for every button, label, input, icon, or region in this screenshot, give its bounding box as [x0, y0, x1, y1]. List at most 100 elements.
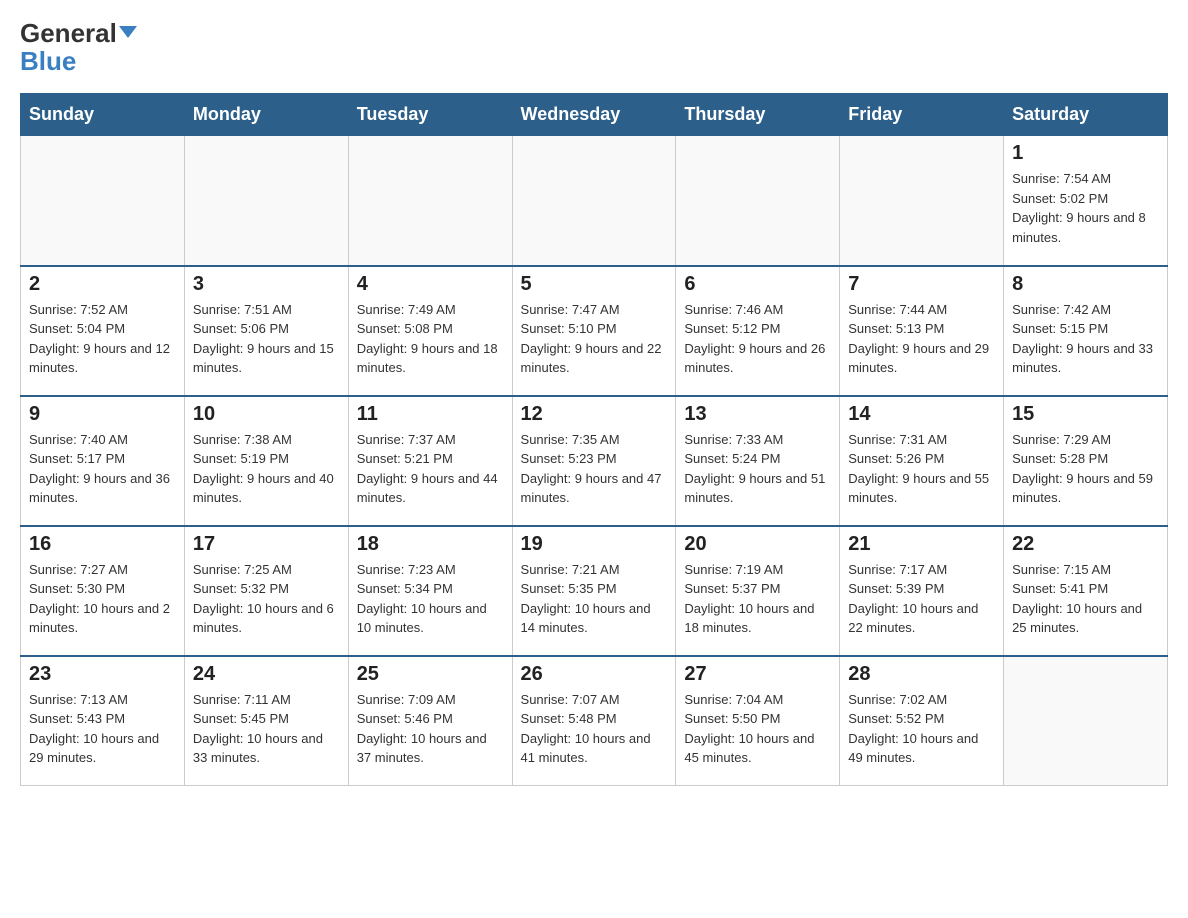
- day-number: 2: [29, 273, 176, 296]
- calendar-cell: [512, 136, 676, 266]
- calendar-week-row: 2 Sunrise: 7:52 AMSunset: 5:04 PMDaylight…: [21, 266, 1168, 396]
- calendar-cell: 9 Sunrise: 7:40 AMSunset: 5:17 PMDaylight…: [21, 396, 185, 526]
- calendar-cell: 22 Sunrise: 7:15 AMSunset: 5:41 PMDayligh…: [1004, 526, 1168, 656]
- calendar-week-row: 9 Sunrise: 7:40 AMSunset: 5:17 PMDaylight…: [21, 396, 1168, 526]
- calendar-cell: 1Sunrise: 7:54 AMSunset: 5:02 PMDaylight…: [1004, 136, 1168, 266]
- calendar-cell: 17 Sunrise: 7:25 AMSunset: 5:32 PMDayligh…: [184, 526, 348, 656]
- day-number: 10: [193, 403, 340, 426]
- calendar-cell: 3 Sunrise: 7:51 AMSunset: 5:06 PMDaylight…: [184, 266, 348, 396]
- day-info: Sunrise: 7:47 AMSunset: 5:10 PMDaylight:…: [521, 300, 668, 378]
- day-number: 23: [29, 663, 176, 686]
- day-number: 13: [684, 403, 831, 426]
- calendar-cell: [1004, 656, 1168, 786]
- day-info: Sunrise: 7:04 AMSunset: 5:50 PMDaylight:…: [684, 690, 831, 768]
- day-info: Sunrise: 7:38 AMSunset: 5:19 PMDaylight:…: [193, 430, 340, 508]
- day-info: Sunrise: 7:44 AMSunset: 5:13 PMDaylight:…: [848, 300, 995, 378]
- day-info: Sunrise: 7:15 AMSunset: 5:41 PMDaylight:…: [1012, 560, 1159, 638]
- day-info: Sunrise: 7:29 AMSunset: 5:28 PMDaylight:…: [1012, 430, 1159, 508]
- day-number: 28: [848, 663, 995, 686]
- day-number: 22: [1012, 533, 1159, 556]
- day-info: Sunrise: 7:46 AMSunset: 5:12 PMDaylight:…: [684, 300, 831, 378]
- day-number: 6: [684, 273, 831, 296]
- calendar-cell: 12 Sunrise: 7:35 AMSunset: 5:23 PMDayligh…: [512, 396, 676, 526]
- calendar-cell: 23 Sunrise: 7:13 AMSunset: 5:43 PMDayligh…: [21, 656, 185, 786]
- logo-triangle-icon: [119, 26, 137, 38]
- calendar-cell: 15 Sunrise: 7:29 AMSunset: 5:28 PMDayligh…: [1004, 396, 1168, 526]
- calendar-cell: 21 Sunrise: 7:17 AMSunset: 5:39 PMDayligh…: [840, 526, 1004, 656]
- calendar-cell: 19 Sunrise: 7:21 AMSunset: 5:35 PMDayligh…: [512, 526, 676, 656]
- day-info: Sunrise: 7:51 AMSunset: 5:06 PMDaylight:…: [193, 300, 340, 378]
- calendar-cell: 14Sunrise: 7:31 AMSunset: 5:26 PMDayligh…: [840, 396, 1004, 526]
- day-number: 11: [357, 403, 504, 426]
- day-info: Sunrise: 7:49 AMSunset: 5:08 PMDaylight:…: [357, 300, 504, 378]
- calendar-cell: [184, 136, 348, 266]
- days-of-week-row: SundayMondayTuesdayWednesdayThursdayFrid…: [21, 94, 1168, 136]
- day-number: 3: [193, 273, 340, 296]
- day-number: 24: [193, 663, 340, 686]
- calendar-week-row: 1Sunrise: 7:54 AMSunset: 5:02 PMDaylight…: [21, 136, 1168, 266]
- day-header-friday: Friday: [840, 94, 1004, 136]
- day-number: 26: [521, 663, 668, 686]
- day-number: 27: [684, 663, 831, 686]
- day-number: 8: [1012, 273, 1159, 296]
- calendar-header: SundayMondayTuesdayWednesdayThursdayFrid…: [21, 94, 1168, 136]
- day-header-tuesday: Tuesday: [348, 94, 512, 136]
- day-info: Sunrise: 7:35 AMSunset: 5:23 PMDaylight:…: [521, 430, 668, 508]
- day-number: 20: [684, 533, 831, 556]
- day-info: Sunrise: 7:21 AMSunset: 5:35 PMDaylight:…: [521, 560, 668, 638]
- calendar-body: 1Sunrise: 7:54 AMSunset: 5:02 PMDaylight…: [21, 136, 1168, 786]
- calendar-cell: [840, 136, 1004, 266]
- day-number: 17: [193, 533, 340, 556]
- day-header-monday: Monday: [184, 94, 348, 136]
- day-number: 25: [357, 663, 504, 686]
- calendar-cell: 28 Sunrise: 7:02 AMSunset: 5:52 PMDayligh…: [840, 656, 1004, 786]
- calendar-cell: 18 Sunrise: 7:23 AMSunset: 5:34 PMDayligh…: [348, 526, 512, 656]
- day-number: 21: [848, 533, 995, 556]
- day-info: Sunrise: 7:13 AMSunset: 5:43 PMDaylight:…: [29, 690, 176, 768]
- calendar-cell: 20 Sunrise: 7:19 AMSunset: 5:37 PMDayligh…: [676, 526, 840, 656]
- day-info: Sunrise: 7:52 AMSunset: 5:04 PMDaylight:…: [29, 300, 176, 378]
- day-info: Sunrise: 7:37 AMSunset: 5:21 PMDaylight:…: [357, 430, 504, 508]
- day-number: 5: [521, 273, 668, 296]
- calendar-cell: 2 Sunrise: 7:52 AMSunset: 5:04 PMDaylight…: [21, 266, 185, 396]
- day-info: Sunrise: 7:02 AMSunset: 5:52 PMDaylight:…: [848, 690, 995, 768]
- calendar-cell: [348, 136, 512, 266]
- logo: General Blue: [20, 20, 137, 77]
- day-number: 15: [1012, 403, 1159, 426]
- day-number: 19: [521, 533, 668, 556]
- calendar-cell: 24 Sunrise: 7:11 AMSunset: 5:45 PMDayligh…: [184, 656, 348, 786]
- day-info: Sunrise: 7:33 AMSunset: 5:24 PMDaylight:…: [684, 430, 831, 508]
- calendar-table: SundayMondayTuesdayWednesdayThursdayFrid…: [20, 93, 1168, 786]
- calendar-cell: 10 Sunrise: 7:38 AMSunset: 5:19 PMDayligh…: [184, 396, 348, 526]
- page-header: General Blue: [20, 20, 1168, 77]
- day-number: 9: [29, 403, 176, 426]
- day-number: 12: [521, 403, 668, 426]
- calendar-cell: 13 Sunrise: 7:33 AMSunset: 5:24 PMDayligh…: [676, 396, 840, 526]
- day-number: 16: [29, 533, 176, 556]
- day-info: Sunrise: 7:19 AMSunset: 5:37 PMDaylight:…: [684, 560, 831, 638]
- day-number: 14: [848, 403, 995, 426]
- day-header-thursday: Thursday: [676, 94, 840, 136]
- day-info: Sunrise: 7:11 AMSunset: 5:45 PMDaylight:…: [193, 690, 340, 768]
- calendar-cell: 8 Sunrise: 7:42 AMSunset: 5:15 PMDaylight…: [1004, 266, 1168, 396]
- calendar-week-row: 16 Sunrise: 7:27 AMSunset: 5:30 PMDayligh…: [21, 526, 1168, 656]
- day-info: Sunrise: 7:54 AMSunset: 5:02 PMDaylight:…: [1012, 169, 1159, 247]
- logo-blue-text: Blue: [20, 46, 76, 77]
- calendar-cell: 5 Sunrise: 7:47 AMSunset: 5:10 PMDaylight…: [512, 266, 676, 396]
- calendar-cell: 7 Sunrise: 7:44 AMSunset: 5:13 PMDaylight…: [840, 266, 1004, 396]
- day-info: Sunrise: 7:17 AMSunset: 5:39 PMDaylight:…: [848, 560, 995, 638]
- calendar-cell: 27 Sunrise: 7:04 AMSunset: 5:50 PMDayligh…: [676, 656, 840, 786]
- day-number: 7: [848, 273, 995, 296]
- day-number: 4: [357, 273, 504, 296]
- day-info: Sunrise: 7:27 AMSunset: 5:30 PMDaylight:…: [29, 560, 176, 638]
- day-info: Sunrise: 7:07 AMSunset: 5:48 PMDaylight:…: [521, 690, 668, 768]
- calendar-week-row: 23 Sunrise: 7:13 AMSunset: 5:43 PMDayligh…: [21, 656, 1168, 786]
- day-info: Sunrise: 7:42 AMSunset: 5:15 PMDaylight:…: [1012, 300, 1159, 378]
- calendar-cell: 26 Sunrise: 7:07 AMSunset: 5:48 PMDayligh…: [512, 656, 676, 786]
- day-number: 18: [357, 533, 504, 556]
- calendar-cell: [21, 136, 185, 266]
- day-info: Sunrise: 7:23 AMSunset: 5:34 PMDaylight:…: [357, 560, 504, 638]
- day-info: Sunrise: 7:09 AMSunset: 5:46 PMDaylight:…: [357, 690, 504, 768]
- day-info: Sunrise: 7:40 AMSunset: 5:17 PMDaylight:…: [29, 430, 176, 508]
- day-info: Sunrise: 7:25 AMSunset: 5:32 PMDaylight:…: [193, 560, 340, 638]
